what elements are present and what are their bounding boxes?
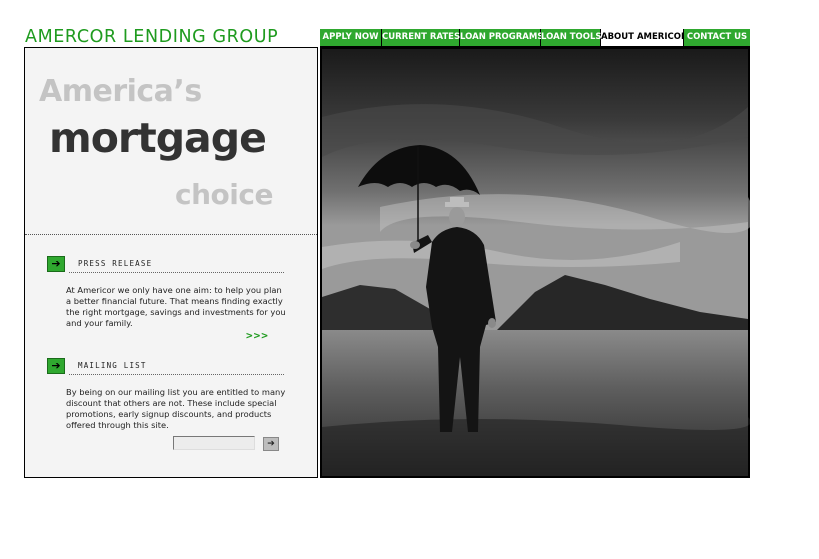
- arrow-right-icon: ➔: [267, 439, 275, 449]
- nav-about-americor[interactable]: ABOUT AMERICOR: [601, 29, 688, 46]
- mailing-list-email-input[interactable]: [173, 436, 255, 450]
- left-panel: America’s mortgage choice ➔ PRESS RELEAS…: [24, 47, 318, 478]
- mailing-list-arrow-icon[interactable]: ➔: [47, 358, 65, 374]
- hero-photo: [320, 47, 750, 478]
- tagline-line-1: America’s: [39, 74, 202, 109]
- hero-tagline: America’s mortgage choice: [25, 48, 317, 234]
- mailing-list-title: MAILING LIST: [78, 361, 147, 370]
- press-release-title: PRESS RELEASE: [78, 259, 153, 268]
- press-release-more-link[interactable]: >>>: [246, 329, 269, 342]
- press-release-text: At Americor we only have one aim: to hel…: [66, 285, 286, 328]
- nav-current-rates[interactable]: CURRENT RATES: [382, 29, 460, 46]
- mailing-list-divider: [69, 374, 284, 375]
- mailing-list-submit-button[interactable]: ➔: [263, 437, 279, 451]
- press-release-arrow-icon[interactable]: ➔: [47, 256, 65, 272]
- nav-loan-programs[interactable]: LOAN PROGRAMS: [460, 29, 543, 46]
- nav-apply-now[interactable]: APPLY NOW: [320, 29, 381, 46]
- mailing-list-text: By being on our mailing list you are ent…: [66, 387, 286, 430]
- tagline-divider: [25, 234, 317, 235]
- main-nav: APPLY NOW CURRENT RATES LOAN PROGRAMS LO…: [320, 29, 750, 47]
- site-logo[interactable]: AMERCOR LENDING GROUP: [25, 27, 278, 47]
- press-release-divider: [69, 272, 284, 273]
- press-release-header: ➔ PRESS RELEASE: [47, 256, 284, 273]
- tagline-line-3: choice: [175, 178, 273, 211]
- tagline-line-2: mortgage: [49, 114, 267, 162]
- mailing-list-header: ➔ MAILING LIST: [47, 358, 284, 375]
- nav-contact-us[interactable]: CONTACT US: [684, 29, 750, 46]
- nav-loan-tools[interactable]: LOAN TOOLS: [541, 29, 602, 46]
